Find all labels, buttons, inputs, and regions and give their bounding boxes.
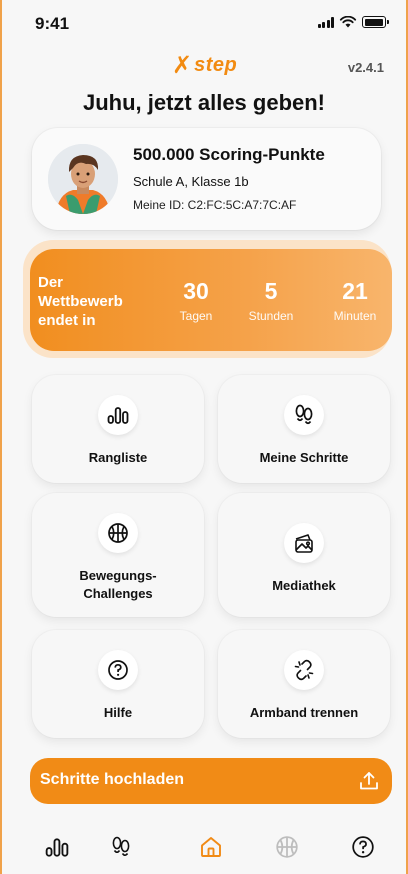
profile-card[interactable]: 500.000 Scoring-Punkte Schule A, Klasse … (32, 128, 381, 230)
competition-countdown: Der Wettbewerb endet in 30 Tagen 5 Stund… (30, 249, 392, 351)
countdown-days: 30 Tagen (161, 279, 231, 323)
tab-challenges[interactable] (274, 834, 300, 860)
upload-icon (360, 772, 378, 790)
app-logo: ✗ step (172, 51, 238, 79)
tile-label: Hilfe (103, 705, 133, 720)
bottom-tab-bar (2, 826, 406, 870)
countdown-hours: 5 Stunden (236, 279, 306, 323)
device-id: Meine ID: C2:FC:5C:A7:7C:AF (133, 198, 297, 212)
countdown-minutes: 21 Minuten (320, 279, 390, 323)
days-value: 30 (183, 278, 209, 304)
tile-label: Bewegungs- Challenges (79, 568, 157, 601)
hours-label: Stunden (248, 309, 294, 323)
app-screen: 9:41 ✗ step v2.4.1 Juhu, jetzt alles geb… (0, 0, 408, 874)
scoring-points: 500.000 Scoring-Punkte (133, 145, 325, 164)
media-library-icon (284, 523, 324, 563)
tab-home[interactable] (198, 834, 224, 860)
hours-value: 5 (264, 278, 278, 304)
footprints-icon (112, 836, 130, 857)
countdown-label: Der Wettbewerb endet in (38, 274, 123, 329)
logo-x-icon: ✗ (172, 51, 193, 79)
system-icons (317, 16, 389, 28)
tile-label: Mediathek (272, 578, 336, 593)
tab-rangliste[interactable] (44, 834, 70, 860)
unlink-icon (284, 650, 324, 690)
basketball-icon (276, 836, 298, 858)
minutes-value: 21 (342, 278, 368, 304)
tile-meine-schritte[interactable]: Meine Schritte (218, 375, 390, 483)
tile-rangliste[interactable]: Rangliste (32, 375, 204, 483)
tile-label: Armband trennen (249, 705, 359, 720)
tile-armband-trennen[interactable]: Armband trennen (218, 630, 390, 738)
upload-label: Schritte hochladen (40, 771, 185, 788)
page-title: Juhu, jetzt alles geben! (82, 90, 326, 115)
minutes-label: Minuten (333, 309, 377, 323)
app-version: v2.4.1 (347, 60, 384, 75)
tab-meine-schritte[interactable] (108, 834, 134, 860)
signal-icon (317, 16, 334, 28)
tile-mediathek[interactable]: Mediathek (218, 493, 390, 617)
home-icon (201, 837, 221, 857)
avatar (48, 144, 118, 214)
upload-steps-button[interactable]: Schritte hochladen (30, 758, 392, 804)
wifi-icon (339, 16, 357, 28)
days-label: Tagen (179, 309, 213, 323)
status-time: 9:41 (35, 14, 70, 33)
help-icon (98, 650, 138, 690)
status-bar: 9:41 (2, 0, 406, 40)
tile-label: Rangliste (88, 450, 148, 465)
bars-icon (45, 838, 69, 857)
tab-hilfe[interactable] (350, 834, 376, 860)
basketball-icon (98, 513, 138, 553)
help-icon (352, 836, 374, 858)
bars-icon (98, 395, 138, 435)
logo-text: step (194, 54, 238, 76)
tile-label: Meine Schritte (259, 450, 349, 465)
battery-icon (362, 16, 389, 28)
tile-hilfe[interactable]: Hilfe (32, 630, 204, 738)
avatar-illustration (48, 144, 118, 214)
footprints-icon (284, 395, 324, 435)
tile-bewegungs-challenges[interactable]: Bewegungs- Challenges (32, 493, 204, 617)
school-class: Schule A, Klasse 1b (133, 174, 249, 189)
